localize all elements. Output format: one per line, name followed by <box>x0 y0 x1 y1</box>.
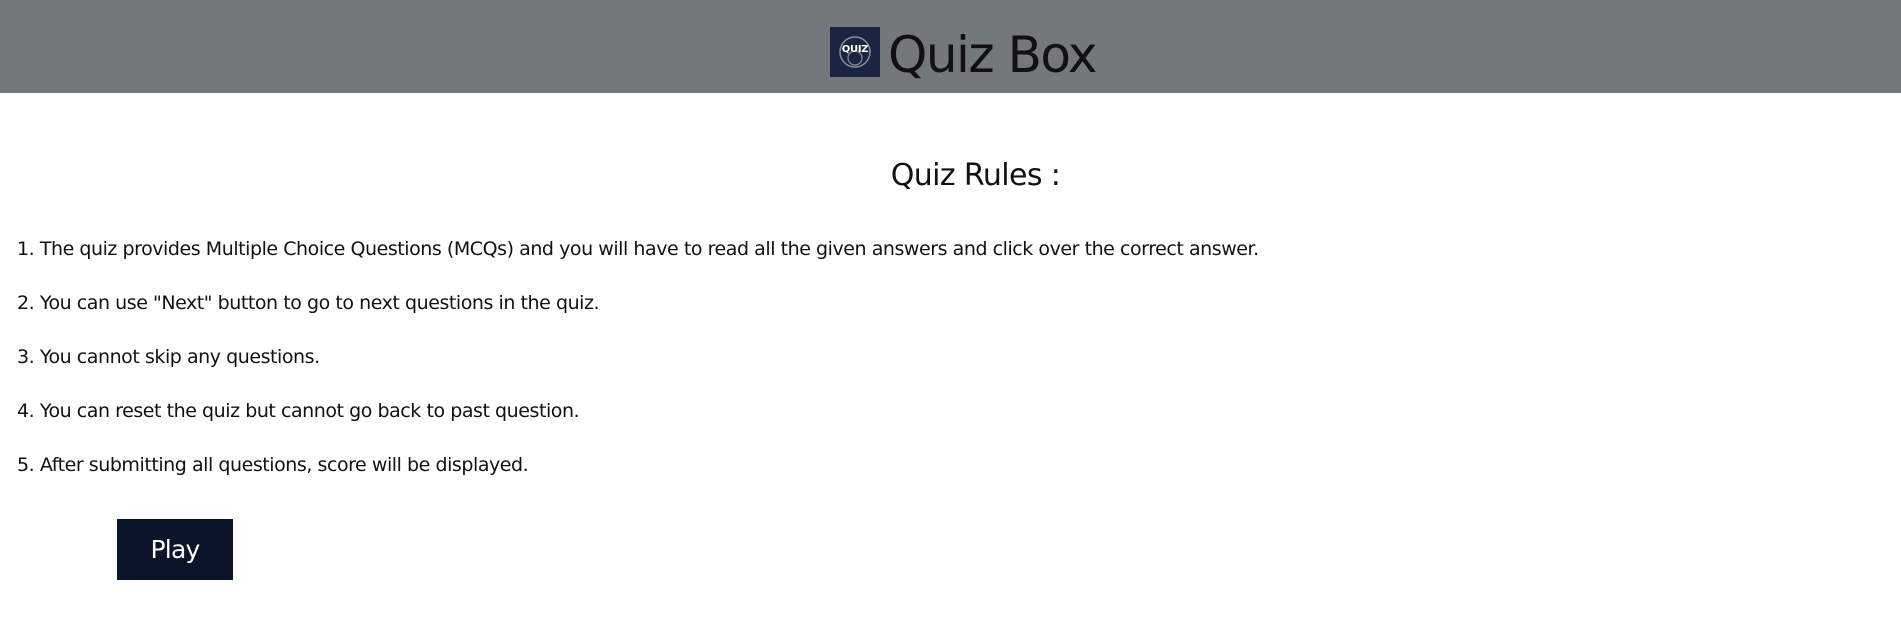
brand: QUIZ Quiz Box <box>830 22 1098 84</box>
play-button[interactable]: Play <box>117 519 233 580</box>
rule-item: 1. The quiz provides Multiple Choice Que… <box>17 238 1259 260</box>
site-title: Quiz Box <box>888 26 1098 84</box>
header-bar: QUIZ Quiz Box <box>0 0 1901 93</box>
rule-item: 5. After submitting all questions, score… <box>17 454 529 476</box>
rules-list: 1. The quiz provides Multiple Choice Que… <box>17 222 1259 492</box>
rule-item: 4. You can reset the quiz but cannot go … <box>17 400 580 422</box>
rules-heading: Quiz Rules : <box>890 158 1061 193</box>
rule-item: 3. You cannot skip any questions. <box>17 346 320 368</box>
logo-text: QUIZ <box>841 44 869 55</box>
rule-item: 2. You can use "Next" button to go to ne… <box>17 292 600 314</box>
quiz-logo: QUIZ <box>830 27 880 77</box>
